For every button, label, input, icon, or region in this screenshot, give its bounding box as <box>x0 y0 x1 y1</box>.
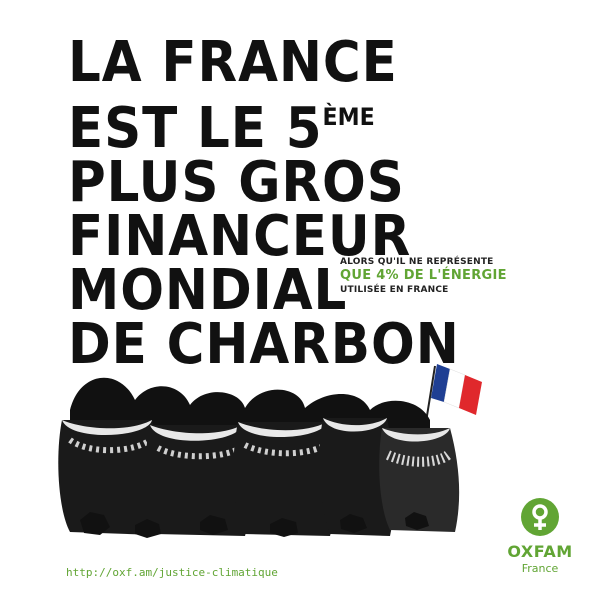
headline-line-1: LA FRANCE <box>68 30 398 95</box>
headline-line-4: FINANCEUR <box>68 204 412 269</box>
poster: LA FRANCE EST LE 5ÈME PLUS GROS FINANCEU… <box>0 0 600 600</box>
subtext-line-3: UTILISÉE EN FRANCE <box>340 285 449 295</box>
oxfam-symbol-icon <box>521 498 559 536</box>
oxfam-country: France <box>521 562 559 575</box>
oxfam-logo[interactable]: OXFAM France <box>500 498 580 575</box>
headline: LA FRANCE EST LE 5ÈME PLUS GROS FINANCEU… <box>68 30 459 373</box>
headline-line-2: EST LE 5ÈME <box>68 90 375 157</box>
french-flag-icon <box>425 364 482 423</box>
oxfam-wordmark: OXFAM <box>507 542 573 561</box>
campaign-link[interactable]: http://oxf.am/justice-climatique <box>66 566 278 579</box>
subtext: ALORS QU'IL NE REPRÉSENTE QUE 4% DE L'ÉN… <box>340 256 507 296</box>
subtext-line-1: ALORS QU'IL NE REPRÉSENTE <box>340 257 494 267</box>
headline-ordinal-suffix: ÈME <box>322 103 375 131</box>
headline-line-3: PLUS GROS <box>68 150 405 215</box>
coal-sacks-illustration <box>58 364 482 538</box>
headline-line-5: MONDIAL <box>68 258 348 323</box>
subtext-highlight: QUE 4% DE L'ÉNERGIE <box>340 268 507 283</box>
